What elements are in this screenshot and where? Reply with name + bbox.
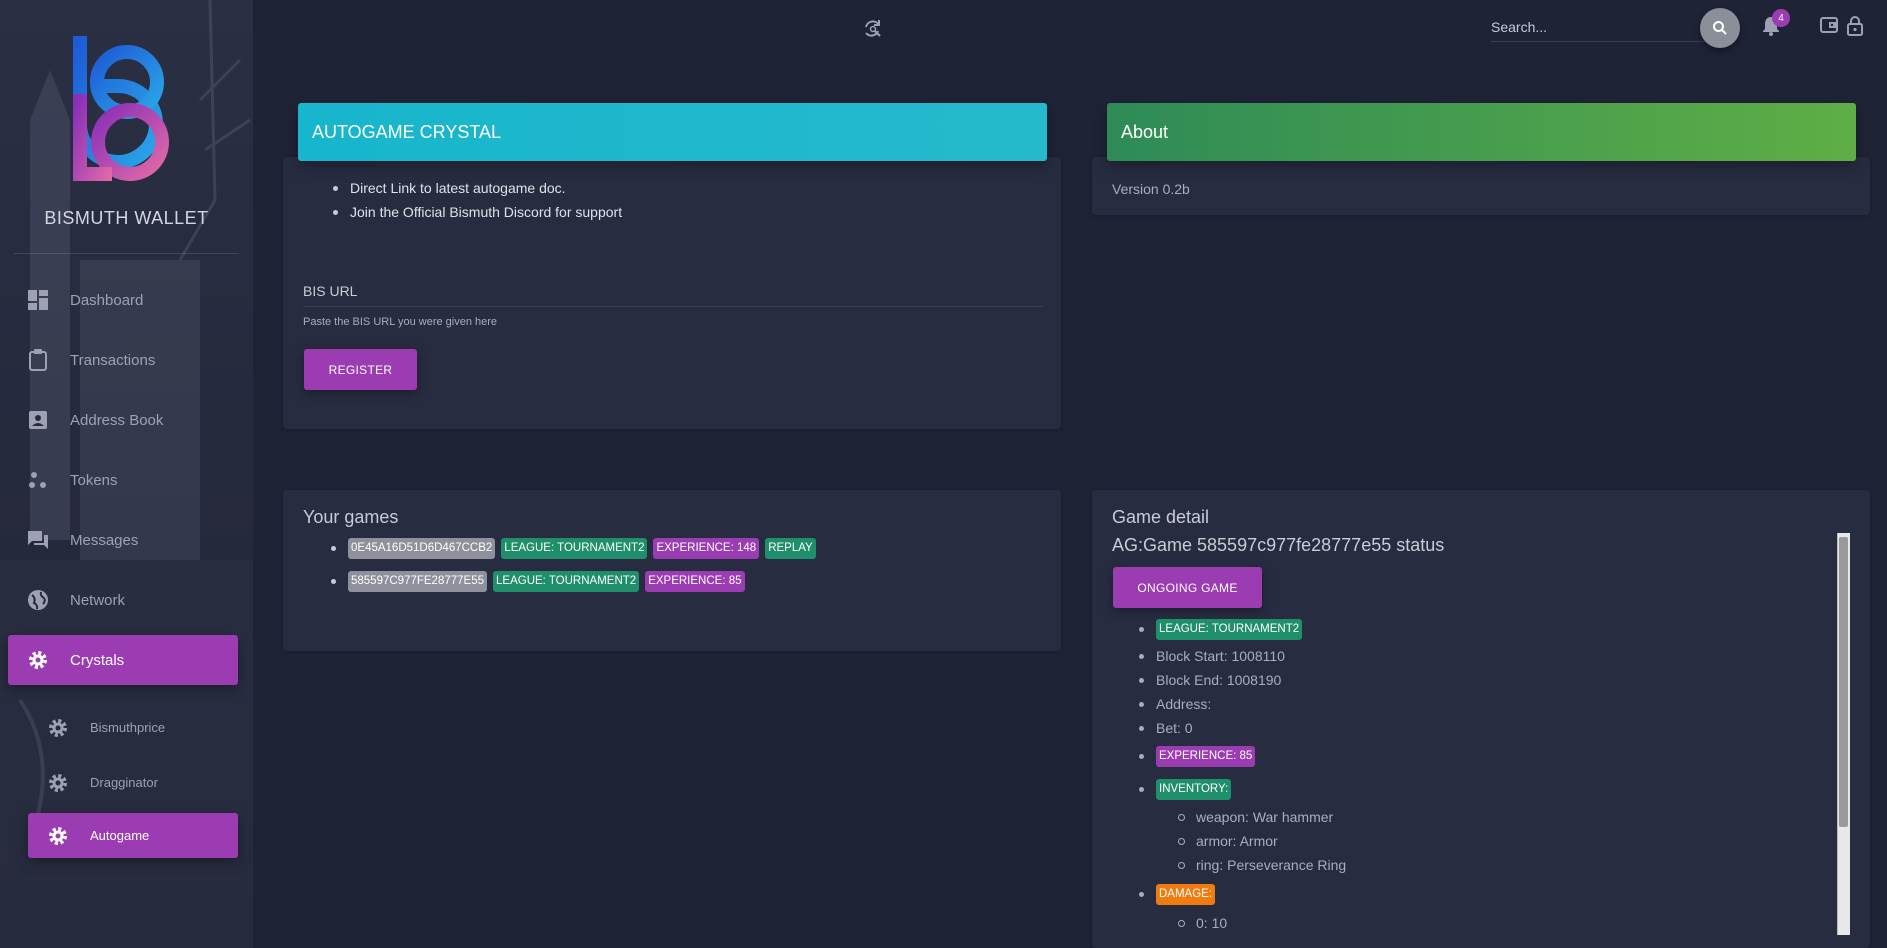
inventory-item: weapon: War hammer — [1178, 809, 1333, 825]
block-end-text: Block End: 1008190 — [1156, 672, 1282, 688]
sidebar-item-label: Crystals — [70, 651, 125, 669]
sidebar-item-label: Tokens — [70, 471, 118, 489]
sidebar-item-label: Transactions — [70, 351, 156, 369]
detail-block-start: Block Start: 1008110 — [1139, 648, 1285, 664]
discord-link[interactable]: Join the Official Bismuth Discord for su… — [331, 200, 622, 224]
detail-scrollbar-thumb[interactable] — [1839, 537, 1848, 827]
search-icon — [1713, 21, 1727, 35]
search-input[interactable] — [1491, 12, 1706, 41]
list-item: 0E45A16D51D6D467CCB2 LEAGUE: TOURNAMENT2… — [331, 538, 822, 559]
sidebar-item-network[interactable]: Network — [8, 575, 238, 625]
globe-icon — [26, 588, 50, 612]
bismuth-logo — [72, 34, 182, 184]
sidebar-subitem-bismuthprice[interactable]: Bismuthprice — [28, 705, 238, 750]
inventory-item: armor: Armor — [1178, 833, 1278, 849]
search-field[interactable] — [1491, 12, 1706, 42]
bis-url-input[interactable] — [303, 306, 1043, 307]
detail-inventory: INVENTORY: — [1139, 779, 1237, 800]
brand-divider — [14, 253, 239, 254]
sidebar: BISMUTH WALLET Dashboard Transactions Ad… — [0, 0, 253, 948]
bet-text: Bet: 0 — [1156, 720, 1193, 736]
sidebar-item-tokens[interactable]: Tokens — [8, 455, 238, 505]
clipboard-icon — [26, 348, 50, 372]
bubbles-icon — [26, 468, 50, 492]
sidebar-item-label: Address Book — [70, 411, 164, 429]
contact-book-icon — [26, 408, 50, 432]
experience-badge: EXPERIENCE: 148 — [653, 538, 760, 559]
inventory-item: ring: Perseverance Ring — [1178, 857, 1346, 873]
block-start-text: Block Start: 1008110 — [1156, 648, 1285, 664]
register-button[interactable]: REGISTER — [304, 349, 417, 390]
version-text: Version 0.2b — [1112, 181, 1190, 197]
experience-badge: EXPERIENCE: 85 — [1156, 746, 1256, 767]
sidebar-item-address-book[interactable]: Address Book — [8, 395, 238, 445]
inventory-badge: INVENTORY: — [1156, 779, 1232, 800]
inventory-ring: ring: Perseverance Ring — [1196, 857, 1347, 873]
ongoing-game-button[interactable]: ONGOING GAME — [1113, 567, 1262, 608]
sidebar-item-dashboard[interactable]: Dashboard — [8, 275, 238, 325]
bis-url-label: BIS URL — [303, 283, 358, 299]
bis-url-help: Paste the BIS URL you were given here — [303, 316, 498, 328]
gear-icon — [46, 771, 70, 795]
card-title: About — [1121, 121, 1169, 142]
detail-league: LEAGUE: TOURNAMENT2 — [1139, 619, 1308, 640]
sidebar-item-crystals[interactable]: Crystals — [8, 635, 238, 685]
games-card-title: Your games — [303, 507, 399, 527]
sidebar-subitem-label: Bismuthprice — [90, 720, 166, 735]
game-id-badge[interactable]: 0E45A16D51D6D467CCB2 — [348, 538, 496, 559]
sidebar-item-transactions[interactable]: Transactions — [8, 335, 238, 385]
list-item: 585597C977FE28777E55 LEAGUE: TOURNAMENT2… — [331, 571, 751, 592]
sidebar-subitem-autogame[interactable]: Autogame — [28, 813, 238, 858]
forum-icon — [26, 528, 50, 552]
sidebar-item-label: Dashboard — [70, 291, 144, 309]
sidebar-item-label: Messages — [70, 531, 139, 549]
autogame-links-list: Direct Link to latest autogame doc. Join… — [331, 176, 622, 224]
sidebar-subitem-label: Autogame — [90, 828, 150, 843]
damage-value: 0: 10 — [1196, 915, 1228, 931]
dashboard-icon — [26, 288, 50, 312]
game-detail-card — [1092, 490, 1870, 948]
league-badge: LEAGUE: TOURNAMENT2 — [493, 571, 640, 592]
damage-item: 0: 10 — [1178, 915, 1227, 931]
sidebar-item-messages[interactable]: Messages — [8, 515, 238, 565]
experience-badge: EXPERIENCE: 85 — [645, 571, 745, 592]
card-title: AUTOGAME CRYSTAL — [312, 121, 502, 142]
gear-icon — [46, 824, 70, 848]
damage-badge: DAMAGE: — [1156, 884, 1216, 905]
autogame-card-header: AUTOGAME CRYSTAL — [298, 103, 1047, 161]
detail-experience: EXPERIENCE: 85 — [1139, 746, 1261, 767]
game-detail-subtitle: AG:Game 585597c977fe28777e55 status — [1112, 535, 1445, 555]
address-text: Address: — [1156, 696, 1212, 712]
sidebar-subitem-dragginator[interactable]: Dragginator — [28, 760, 238, 805]
detail-block-end: Block End: 1008190 — [1139, 672, 1281, 688]
inventory-armor: armor: Armor — [1196, 833, 1278, 849]
brand-title: BISMUTH WALLET — [44, 208, 209, 228]
search-button[interactable] — [1700, 8, 1740, 48]
league-badge: LEAGUE: TOURNAMENT2 — [1156, 619, 1303, 640]
wallet-icon[interactable] — [1820, 17, 1840, 37]
replay-badge[interactable]: REPLAY — [765, 538, 816, 559]
detail-damage: DAMAGE: — [1139, 884, 1221, 905]
about-card-header: About — [1107, 103, 1856, 161]
inventory-weapon: weapon: War hammer — [1196, 809, 1334, 825]
gear-icon — [26, 648, 50, 672]
sidebar-subitem-label: Dragginator — [90, 775, 158, 790]
refresh-icon[interactable] — [862, 18, 884, 40]
about-card — [1092, 157, 1870, 215]
league-badge: LEAGUE: TOURNAMENT2 — [501, 538, 648, 559]
detail-bet: Bet: 0 — [1139, 720, 1193, 736]
game-id-badge[interactable]: 585597C977FE28777E55 — [348, 571, 488, 592]
lock-icon[interactable] — [1847, 16, 1867, 38]
sidebar-item-label: Network — [70, 591, 126, 609]
notification-count-badge: 4 — [1772, 9, 1790, 27]
detail-address: Address: — [1139, 696, 1211, 712]
game-detail-title: Game detail — [1112, 507, 1210, 527]
doc-link[interactable]: Direct Link to latest autogame doc. — [331, 176, 622, 200]
gear-icon — [46, 716, 70, 740]
